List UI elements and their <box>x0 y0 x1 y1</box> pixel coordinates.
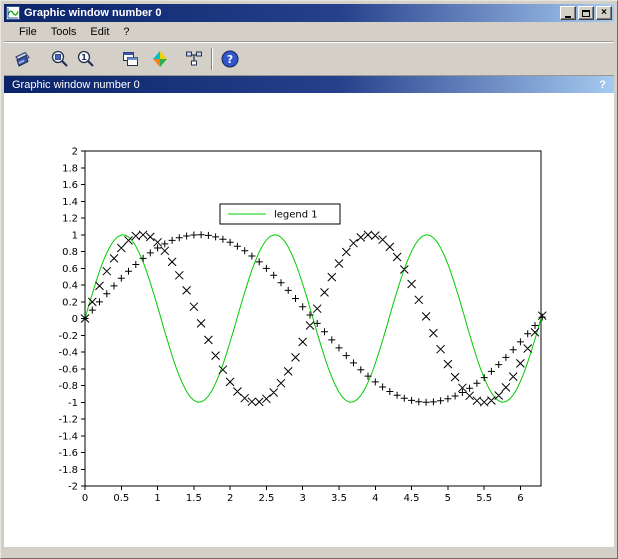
minimize-icon <box>565 16 571 18</box>
y-tick-label: -2 <box>68 482 78 493</box>
menu-tools[interactable]: Tools <box>44 24 84 40</box>
copy-figure-icon <box>120 49 140 69</box>
plot-canvas[interactable]: 0 0.5 1 1.5 2 2.5 3 3.5 4 4.5 5 5.5 6 2 1.8 1.6 1.4 1.2 1 0… <box>4 93 614 547</box>
y-tick-label: 0.8 <box>62 247 78 258</box>
y-tick-label: -1.6 <box>58 448 78 459</box>
y-tick-label: 1.2 <box>62 214 78 225</box>
y-tick-label: -0.4 <box>58 348 78 359</box>
y-tick-label: -0.6 <box>58 364 78 375</box>
x-tick-label: 0.5 <box>113 493 129 504</box>
y-tick-label: -1.8 <box>58 465 78 476</box>
y-tick-label: -0.8 <box>58 381 78 392</box>
y-tick-label: 0.2 <box>62 297 78 308</box>
window-resize-strip[interactable] <box>4 547 614 555</box>
toolbar-separator <box>211 48 213 70</box>
y-tick-label: 0 <box>72 314 78 325</box>
copy-figure-button[interactable] <box>118 47 142 71</box>
y-tick-label: 1 <box>72 230 78 241</box>
close-button[interactable]: × <box>596 6 612 20</box>
menu-edit[interactable]: Edit <box>83 24 116 40</box>
y-tick-label: 1.8 <box>62 163 78 174</box>
y-tick-label: -0.2 <box>58 331 78 342</box>
zoom-reset-icon: 1 <box>76 49 96 69</box>
scilab-plot-icon <box>6 6 20 20</box>
x-tick-label: 2 <box>227 493 233 504</box>
infobar-title: Graphic window number 0 <box>12 79 140 91</box>
tick-labels: 0 0.5 1 1.5 2 2.5 3 3.5 4 4.5 5 5.5 6 2 1.8 1.6 1.4 1.2 1 0… <box>58 147 523 505</box>
legend-box: legend 1 <box>220 204 340 224</box>
x-tick-label: 4 <box>372 493 378 504</box>
x-tick-label: 3 <box>300 493 306 504</box>
graphics-editor-icon <box>184 49 204 69</box>
y-tick-label: 0.6 <box>62 264 78 275</box>
menu-file[interactable]: File <box>12 24 44 40</box>
menu-bar: File Tools Edit ? <box>4 22 614 42</box>
minimize-button[interactable] <box>560 6 576 20</box>
window-title: Graphic window number 0 <box>24 7 558 19</box>
series-plus-markers <box>82 231 546 405</box>
rotate-3d-button[interactable] <box>148 47 172 71</box>
zoom-area-button[interactable] <box>48 47 72 71</box>
svg-text:?: ? <box>227 53 233 66</box>
zoom-area-icon <box>50 49 70 69</box>
y-tick-label: -1.2 <box>58 415 78 426</box>
help-button[interactable]: ? <box>218 47 242 71</box>
series-green-line <box>85 235 542 402</box>
x-tick-label: 3.5 <box>331 493 347 504</box>
menu-help[interactable]: ? <box>116 24 136 40</box>
svg-text:1: 1 <box>81 53 87 62</box>
infobar-help[interactable]: ? <box>599 79 606 91</box>
rotate-3d-icon <box>150 49 170 69</box>
print-export-icon <box>12 49 32 69</box>
print-export-button[interactable] <box>10 47 34 71</box>
graphic-window: Graphic window number 0 × File Tools Edi… <box>0 0 618 559</box>
graphics-editor-button[interactable] <box>182 47 206 71</box>
x-tick-label: 1.5 <box>186 493 202 504</box>
x-tick-label: 6 <box>517 493 523 504</box>
maximize-button[interactable] <box>578 6 594 20</box>
legend-label: legend 1 <box>274 210 318 221</box>
zoom-reset-button[interactable]: 1 <box>74 47 98 71</box>
maximize-icon <box>582 10 590 17</box>
y-tick-label: 2 <box>72 147 78 158</box>
x-tick-label: 0 <box>82 493 88 504</box>
x-tick-label: 5 <box>445 493 451 504</box>
title-bar[interactable]: Graphic window number 0 × <box>4 4 614 22</box>
close-icon: × <box>601 8 607 18</box>
y-tick-label: 0.4 <box>62 281 78 292</box>
plot-svg[interactable]: 0 0.5 1 1.5 2 2.5 3 3.5 4 4.5 5 5.5 6 2 1.8 1.6 1.4 1.2 1 0… <box>4 93 614 541</box>
y-tick-label: 1.6 <box>62 180 78 191</box>
x-tick-label: 2.5 <box>258 493 274 504</box>
help-icon: ? <box>220 49 240 69</box>
y-tick-label: 1.4 <box>62 197 78 208</box>
x-tick-label: 1 <box>154 493 160 504</box>
info-bar: Graphic window number 0 ? <box>4 76 614 93</box>
tool-bar: 1 <box>4 42 614 76</box>
y-tick-label: -1.4 <box>58 431 78 442</box>
plot-axes <box>81 151 541 490</box>
x-tick-label: 4.5 <box>404 493 420 504</box>
x-tick-label: 5.5 <box>476 493 492 504</box>
y-tick-label: -1 <box>68 398 78 409</box>
